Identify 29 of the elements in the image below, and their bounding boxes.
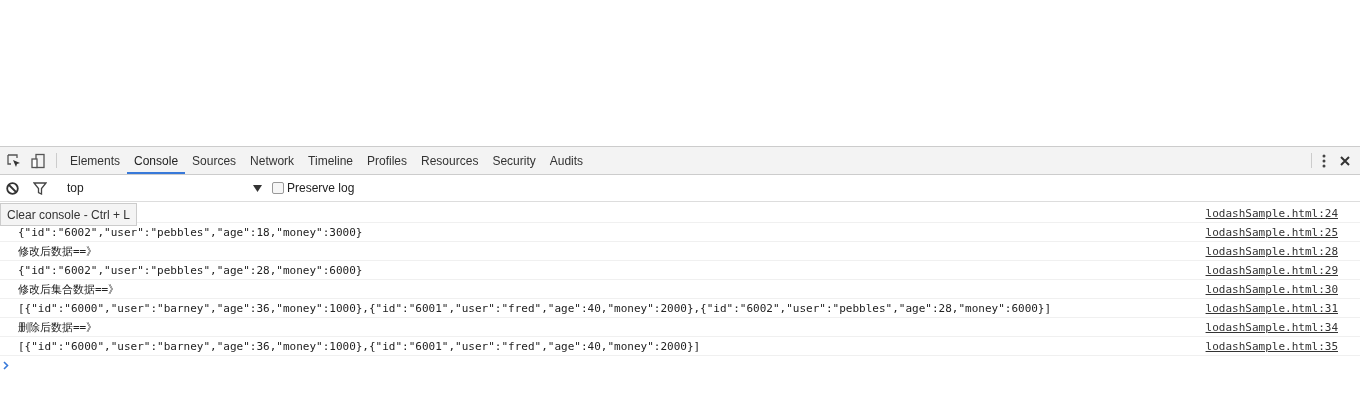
source-link[interactable]: lodashSample.html:30: [1205, 282, 1338, 296]
console-message: {"id":"6002","user":"pebbles","age":28,"money":6000}: [18, 263, 363, 277]
tab[interactable]: Sources: [185, 147, 244, 174]
tab[interactable]: Console: [127, 147, 186, 174]
tab[interactable]: Network: [243, 147, 302, 174]
source-link[interactable]: lodashSample.html:34: [1205, 320, 1338, 334]
context-select[interactable]: top: [57, 181, 266, 195]
source-link[interactable]: lodashSample.html:31: [1205, 301, 1338, 315]
console-message: 修改后数据==》: [18, 243, 98, 259]
source-link[interactable]: lodashSample.html:25: [1205, 225, 1338, 239]
console-message: [{"id":"6000","user":"barney","age":36,"money":1000},{"id":"6001","user":"fred","age":40,"money":2000}]: [18, 339, 701, 353]
console-message: 删除后数据==》: [18, 319, 98, 335]
tooltip: Clear console - Ctrl + L: [0, 203, 138, 226]
tab[interactable]: Timeline: [301, 147, 360, 174]
tab[interactable]: Elements: [63, 147, 128, 174]
source-link[interactable]: lodashSample.html:35: [1205, 339, 1338, 353]
tab[interactable]: Audits: [542, 147, 591, 174]
tab[interactable]: Security: [485, 147, 543, 174]
caret-icon: [253, 184, 262, 192]
tab[interactable]: Profiles: [360, 147, 415, 174]
console-message: {"id":"6002","user":"pebbles","age":18,"money":3000}: [18, 225, 363, 239]
tab[interactable]: Resources: [414, 147, 486, 174]
source-link[interactable]: lodashSample.html:28: [1205, 244, 1338, 258]
prompt-icon: [3, 360, 9, 370]
preserve-log-checkbox[interactable]: Preserve log: [272, 181, 355, 195]
console-message: 修改后集合数据==》: [18, 281, 120, 297]
console-message: [{"id":"6000","user":"barney","age":36,"money":1000},{"id":"6001","user":"fred","age":40,"money":2000},{"id":"6002","user":"pebbles","age":28,"money":6000}]: [18, 301, 1052, 315]
source-link[interactable]: lodashSample.html:29: [1205, 263, 1338, 277]
source-link[interactable]: lodashSample.html:24: [1205, 206, 1338, 220]
